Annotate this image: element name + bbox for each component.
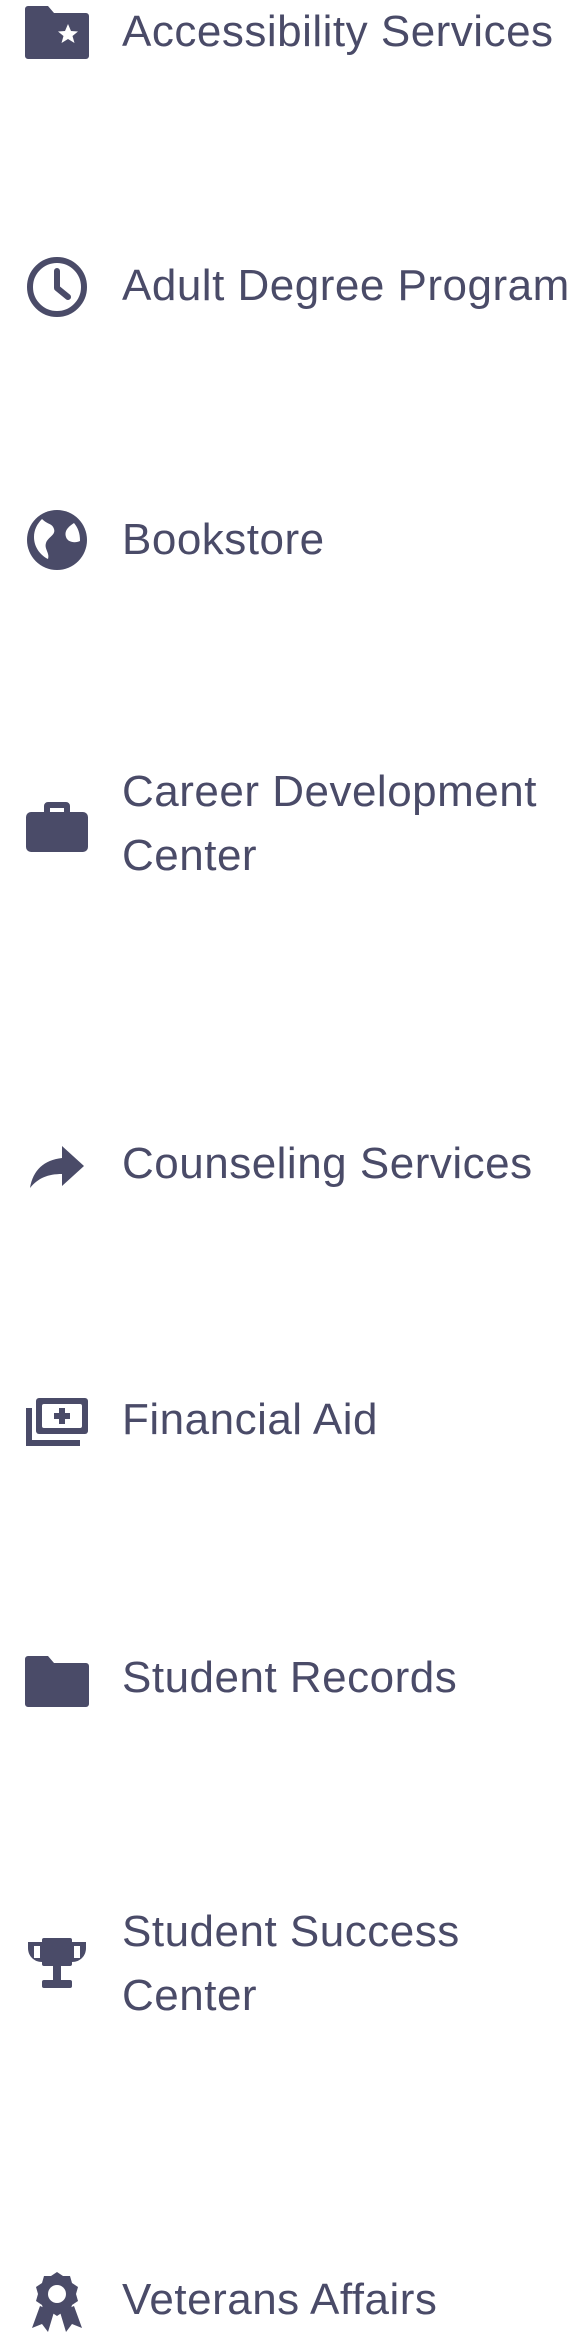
services-nav-list: Accessibility Services Adult Degree Prog… (0, 0, 585, 2332)
nav-item-accessibility-services[interactable]: Accessibility Services (0, 0, 585, 64)
nav-item-label: Bookstore (122, 515, 325, 564)
money-stack-icon (22, 1386, 92, 1456)
folder-icon (22, 1644, 92, 1714)
nav-item-label: Accessibility Services (122, 7, 554, 56)
nav-item-financial-aid[interactable]: Financial Aid (0, 693, 585, 1446)
nav-item-career-development-center[interactable]: Career Development Center (0, 380, 585, 880)
nav-item-student-success-center[interactable]: Student Success Center (0, 950, 585, 2020)
folder-star-icon (22, 0, 92, 64)
nav-item-label: Student Success Center (122, 1907, 460, 2020)
nav-item-bookstore[interactable]: Bookstore (0, 252, 585, 570)
nav-item-counseling-services[interactable]: Counseling Services (0, 565, 585, 1188)
nav-item-label: Veterans Affairs (122, 2275, 438, 2324)
nav-item-label: Financial Aid (122, 1395, 378, 1444)
nav-item-label: Student Records (122, 1653, 458, 1702)
nav-item-student-records[interactable]: Student Records (0, 822, 585, 1707)
trophy-icon (22, 1930, 92, 2000)
nav-item-adult-degree-program[interactable]: Adult Degree Program (0, 126, 585, 317)
award-ribbon-icon (22, 2266, 92, 2336)
nav-item-veterans-affairs[interactable]: Veterans Affairs (0, 1134, 585, 2332)
